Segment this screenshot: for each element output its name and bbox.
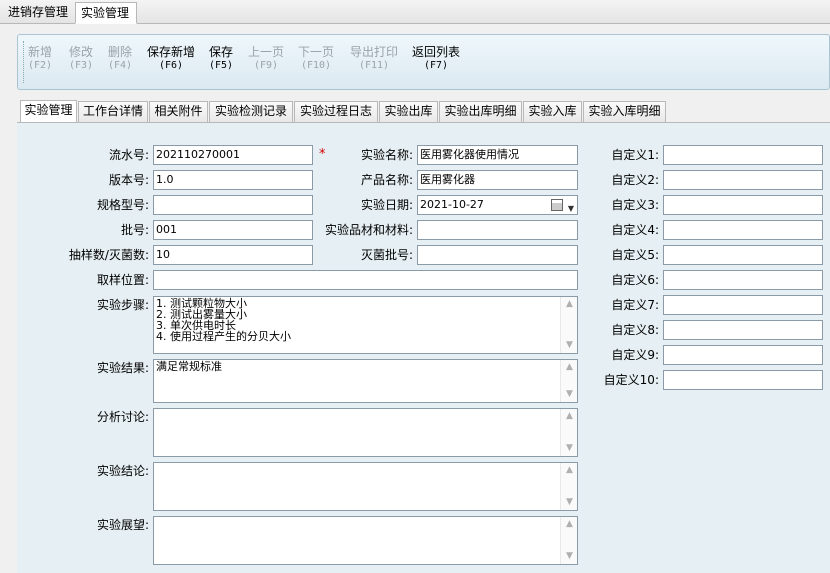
outlook-label: 实验展望:	[96, 518, 149, 532]
result-scrollbar[interactable]: ▲ ▼	[560, 360, 577, 402]
product-label: 产品名称:	[360, 173, 413, 187]
location-label: 取样位置:	[96, 273, 149, 287]
scroll-down-icon[interactable]: ▼	[565, 444, 574, 453]
result-text: 满足常规标准	[156, 360, 222, 373]
batch-field[interactable]: 001	[153, 220, 313, 240]
location-field[interactable]	[153, 270, 578, 290]
tab-attachments[interactable]: 相关附件	[149, 101, 208, 122]
custom2-label: 自定义2:	[611, 173, 659, 187]
scroll-down-icon[interactable]: ▼	[565, 390, 574, 399]
materials-field[interactable]	[417, 220, 578, 240]
tab-experiment[interactable]: 实验管理	[20, 100, 77, 122]
scroll-down-icon[interactable]: ▼	[565, 498, 574, 507]
conclusion-label: 实验结论:	[96, 464, 149, 478]
custom4-label: 自定义4:	[611, 223, 659, 237]
outlook-textarea[interactable]: ▲ ▼	[153, 516, 578, 565]
exp-name-field[interactable]: 医用雾化器使用情况	[417, 145, 578, 165]
spec-label: 规格型号:	[96, 198, 149, 212]
next-page-button[interactable]: 下一页 (F10)	[295, 46, 337, 72]
custom5-label: 自定义5:	[611, 248, 659, 262]
version-label: 版本号:	[108, 173, 149, 187]
analysis-textarea[interactable]: ▲ ▼	[153, 408, 578, 457]
exp-name-label: 实验名称:	[360, 148, 413, 162]
form-panel: 流水号: 202110270001 * 版本号: 1.0 规格型号: 批号: 0…	[17, 122, 830, 573]
analysis-scrollbar[interactable]: ▲ ▼	[560, 409, 577, 456]
scroll-up-icon[interactable]: ▲	[565, 363, 574, 372]
scroll-up-icon[interactable]: ▲	[565, 412, 574, 421]
tab-experiment-management[interactable]: 实验管理	[75, 2, 137, 24]
chevron-down-icon[interactable]: ▼	[568, 200, 574, 214]
custom6-field[interactable]	[663, 270, 823, 290]
main-area: 新增 (F2) 修改 (F3) 删除 (F4) 保存新增 (F6) 保存 (F5) 上一页…	[0, 24, 830, 573]
product-field[interactable]: 医用雾化器	[417, 170, 578, 190]
conclusion-textarea[interactable]: ▲ ▼	[153, 462, 578, 511]
custom3-label: 自定义3:	[611, 198, 659, 212]
tab-process-log[interactable]: 实验过程日志	[294, 101, 378, 122]
top-tab-bar: 进销存管理 实验管理	[0, 0, 830, 24]
scroll-down-icon[interactable]: ▼	[565, 341, 574, 350]
custom8-label: 自定义8:	[611, 323, 659, 337]
scroll-down-icon[interactable]: ▼	[565, 552, 574, 561]
tab-inventory-management[interactable]: 进销存管理	[3, 2, 74, 24]
steps-scrollbar[interactable]: ▲ ▼	[560, 297, 577, 353]
custom5-field[interactable]	[663, 245, 823, 265]
export-print-button[interactable]: 导出打印 (F11)	[346, 46, 402, 72]
custom4-field[interactable]	[663, 220, 823, 240]
custom8-field[interactable]	[663, 320, 823, 340]
tab-stock-out-detail[interactable]: 实验出库明细	[439, 101, 522, 122]
toolbar: 新增 (F2) 修改 (F3) 删除 (F4) 保存新增 (F6) 保存 (F5) 上一页…	[17, 34, 830, 90]
steps-textarea[interactable]: 1. 测试颗粒物大小 2. 测试出雾量大小 3. 单次供电时长 4. 使用过程产…	[153, 296, 578, 354]
date-field[interactable]: 2021-10-27 ▼	[417, 195, 578, 215]
calendar-icon[interactable]	[551, 199, 563, 211]
serial-field[interactable]: 202110270001	[153, 145, 313, 165]
custom7-label: 自定义7:	[611, 298, 659, 312]
version-field[interactable]: 1.0	[153, 170, 313, 190]
date-value: 2021-10-27	[420, 198, 484, 211]
custom9-field[interactable]	[663, 345, 823, 365]
steps-label: 实验步骤:	[96, 298, 149, 312]
steril-field[interactable]	[417, 245, 578, 265]
custom7-field[interactable]	[663, 295, 823, 315]
analysis-label: 分析讨论:	[96, 410, 149, 424]
custom9-label: 自定义9:	[611, 348, 659, 362]
tab-workbench-detail[interactable]: 工作台详情	[78, 101, 148, 122]
back-to-list-button[interactable]: 返回列表 (F7)	[409, 46, 463, 72]
batch-label: 批号:	[120, 223, 149, 237]
new-button[interactable]: 新增 (F2)	[27, 46, 53, 72]
save-button[interactable]: 保存 (F5)	[207, 46, 235, 72]
serial-label: 流水号:	[108, 148, 149, 162]
custom2-field[interactable]	[663, 170, 823, 190]
custom6-label: 自定义6:	[611, 273, 659, 287]
custom1-field[interactable]	[663, 145, 823, 165]
edit-button[interactable]: 修改 (F3)	[66, 46, 96, 72]
scroll-up-icon[interactable]: ▲	[565, 466, 574, 475]
toolbar-grip	[23, 41, 26, 83]
save-new-button[interactable]: 保存新增 (F6)	[145, 46, 197, 72]
custom10-label: 自定义10:	[603, 373, 659, 387]
custom1-label: 自定义1:	[611, 148, 659, 162]
sample-label: 抽样数/灭菌数:	[68, 248, 149, 262]
custom3-field[interactable]	[663, 195, 823, 215]
tab-stock-out[interactable]: 实验出库	[379, 101, 438, 122]
scroll-up-icon[interactable]: ▲	[565, 520, 574, 529]
steps-text: 1. 测试颗粒物大小 2. 测试出雾量大小 3. 单次供电时长 4. 使用过程产…	[156, 297, 291, 343]
tab-test-records[interactable]: 实验检测记录	[209, 101, 293, 122]
materials-label: 实验品材和材料:	[324, 223, 413, 237]
sample-field[interactable]: 10	[153, 245, 313, 265]
steril-label: 灭菌批号:	[360, 248, 413, 262]
spec-field[interactable]	[153, 195, 313, 215]
result-textarea[interactable]: 满足常规标准 ▲ ▼	[153, 359, 578, 403]
date-label: 实验日期:	[360, 198, 413, 212]
conclusion-scrollbar[interactable]: ▲ ▼	[560, 463, 577, 510]
delete-button[interactable]: 删除 (F4)	[106, 46, 134, 72]
result-label: 实验结果:	[96, 361, 149, 375]
scroll-up-icon[interactable]: ▲	[565, 300, 574, 309]
outlook-scrollbar[interactable]: ▲ ▼	[560, 517, 577, 564]
tab-stock-in[interactable]: 实验入库	[523, 101, 582, 122]
custom10-field[interactable]	[663, 370, 823, 390]
inner-tab-strip: 实验管理 工作台详情 相关附件 实验检测记录 实验过程日志 实验出库 实验出库明…	[17, 100, 830, 122]
prev-page-button[interactable]: 上一页 (F9)	[246, 46, 286, 72]
tab-stock-in-detail[interactable]: 实验入库明细	[583, 101, 666, 122]
